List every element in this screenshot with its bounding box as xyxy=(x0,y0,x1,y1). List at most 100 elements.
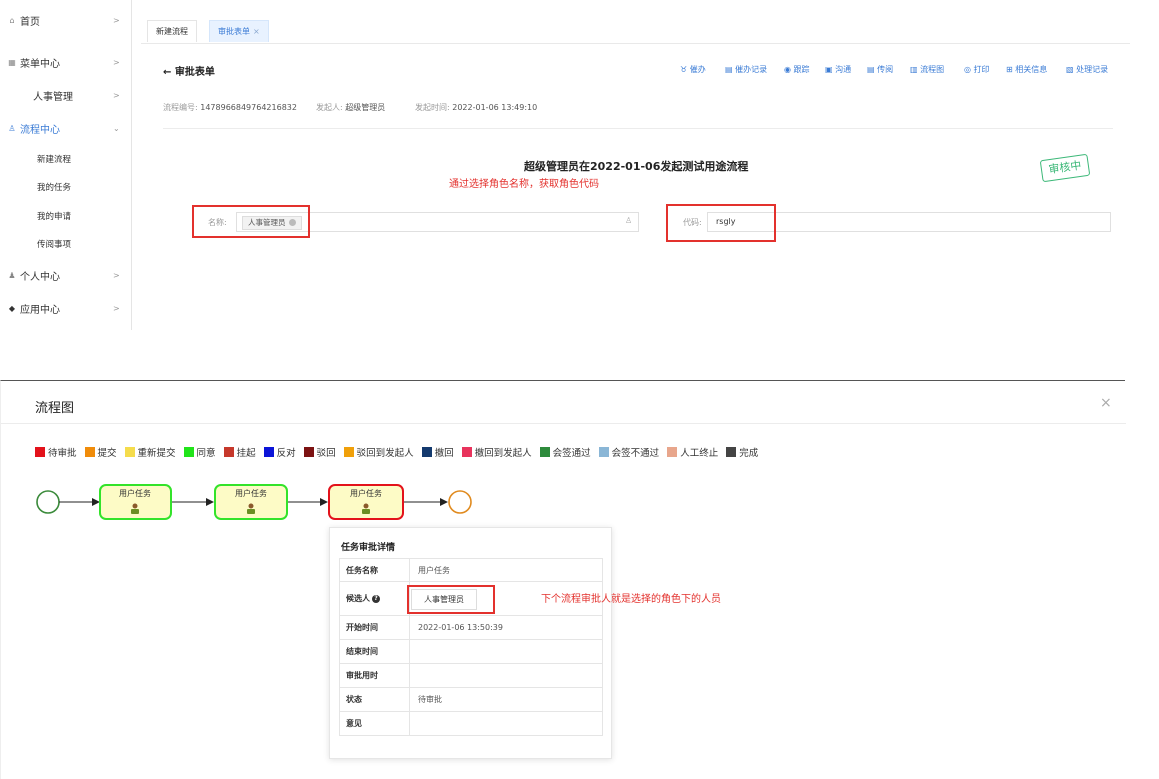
toolbar-label: 沟通 xyxy=(835,65,852,74)
sidebar-item-menu-center[interactable]: ▦ 菜单中心 > xyxy=(0,48,132,76)
flowchart-icon: ▥ xyxy=(910,65,918,74)
toolbar-label: 催办 xyxy=(689,65,706,74)
circulate-icon: ▤ xyxy=(867,65,875,74)
app-icon: ◆ xyxy=(8,303,16,313)
user-icon: ♟ xyxy=(8,270,16,280)
tab-label: 审批表单 xyxy=(218,27,250,36)
related-icon: ⊞ xyxy=(1006,65,1013,74)
toolbar-label: 催办记录 xyxy=(735,65,768,74)
sidebar-item-my-tasks[interactable]: 我的任务 xyxy=(0,173,132,201)
sidebar-item-label: 我的任务 xyxy=(37,183,72,193)
home-icon: ⌂ xyxy=(9,15,15,25)
toolbar-label: 打印 xyxy=(973,65,990,74)
sidebar-item-label: 我的申请 xyxy=(37,212,72,222)
circulate-button[interactable]: ▤ 传阅 xyxy=(867,64,893,75)
sidebar-item-new-process[interactable]: 新建流程 xyxy=(0,145,132,173)
chevron-right-icon: > xyxy=(113,15,120,25)
tab-new-process[interactable]: 新建流程 xyxy=(147,20,197,42)
highlight-box xyxy=(407,585,495,614)
sidebar-item-label: 首页 xyxy=(20,16,40,28)
detail-key: 审批用时 xyxy=(340,664,410,687)
detail-row-end-time: 结束时间 xyxy=(339,640,603,664)
urge-button[interactable]: ♉ 催办 xyxy=(680,64,706,75)
detail-value: 待审批 xyxy=(418,695,442,704)
meta-label: 流程编号: xyxy=(163,103,198,112)
chevron-down-icon: ⌄ xyxy=(113,123,120,133)
toolbar-label: 传阅 xyxy=(877,65,894,74)
divider xyxy=(163,128,1113,129)
user-task-2[interactable]: 用户任务 xyxy=(214,484,288,520)
page-title-text: 审批表单 xyxy=(174,67,215,78)
sidebar-item-my-requests[interactable]: 我的申请 xyxy=(0,202,132,230)
tab-bar: 新建流程 审批表单 × xyxy=(141,0,1130,44)
detail-value: 用户任务 xyxy=(418,565,450,575)
help-icon[interactable]: ? xyxy=(372,594,380,603)
track-button[interactable]: ◉ 跟踪 xyxy=(784,64,810,75)
sidebar-item-label: 人事管理 xyxy=(33,91,73,103)
toolbar-label: 相关信息 xyxy=(1015,65,1048,74)
detail-key-text: 候选人 xyxy=(346,594,370,603)
tab-label: 新建流程 xyxy=(156,27,188,36)
form-title: 超级管理员在2022-01-06发起测试用途流程 xyxy=(524,160,749,173)
sidebar-item-label: 流程中心 xyxy=(20,124,60,136)
toolbar-label: 流程图 xyxy=(920,65,945,74)
close-icon[interactable]: × xyxy=(253,27,260,36)
history-button[interactable]: ▧ 处理记录 xyxy=(1066,64,1108,75)
annotation-note: 通过选择角色名称，获取角色代码 xyxy=(449,179,599,190)
chevron-right-icon: > xyxy=(113,303,120,313)
annotation-note: 下个流程审批人就是选择的角色下的人员 xyxy=(541,594,721,605)
start-time: 发起时间: 2022-01-06 13:49:10 xyxy=(415,102,537,113)
detail-row-task-name: 任务名称 用户任务 xyxy=(339,558,603,582)
detail-title: 任务审批详情 xyxy=(341,543,396,553)
urge-record-icon: ▤ xyxy=(725,65,733,74)
user-task-3[interactable]: 用户任务 xyxy=(328,484,404,520)
detail-row-duration: 审批用时 xyxy=(339,664,603,688)
flowchart-button[interactable]: ▥ 流程图 xyxy=(910,64,944,75)
detail-key: 候选人? xyxy=(340,582,410,615)
sidebar-item-hr[interactable]: 人事管理 > xyxy=(0,81,132,109)
track-icon: ◉ xyxy=(784,65,791,74)
sidebar-item-label: 传阅事项 xyxy=(37,240,72,250)
flow-diagram: 用户任务 用户任务 用户任务 xyxy=(36,484,472,520)
print-icon: ◎ xyxy=(964,65,971,74)
detail-row-start-time: 开始时间 2022-01-06 13:50:39 xyxy=(339,616,603,640)
approval-form-screenshot: ⌂ 首页 > ▦ 菜单中心 > 人事管理 > ♙ 流程中心 ⌄ 新建流程 我的任… xyxy=(0,0,1130,330)
related-info-button[interactable]: ⊞ 相关信息 xyxy=(1006,64,1047,75)
task-label: 用户任务 xyxy=(350,488,382,498)
sidebar: ⌂ 首页 > ▦ 菜单中心 > 人事管理 > ♙ 流程中心 ⌄ 新建流程 我的任… xyxy=(0,0,132,330)
back-arrow-icon[interactable]: ← xyxy=(163,67,171,78)
chat-button[interactable]: ▣ 沟通 xyxy=(825,64,851,75)
highlight-box xyxy=(666,204,776,242)
detail-row-comment: 意见 xyxy=(339,712,603,736)
sidebar-item-process-center[interactable]: ♙ 流程中心 ⌄ xyxy=(0,114,132,142)
flow-icon: ♙ xyxy=(8,123,16,133)
print-button[interactable]: ◎ 打印 xyxy=(964,64,990,75)
page-title: ← 审批表单 xyxy=(163,63,215,78)
history-icon: ▧ xyxy=(1066,65,1074,74)
detail-key: 开始时间 xyxy=(340,616,410,639)
sidebar-item-app-center[interactable]: ◆ 应用中心 > xyxy=(0,294,132,322)
detail-key: 意见 xyxy=(340,712,410,735)
detail-key: 状态 xyxy=(340,688,410,711)
highlight-box xyxy=(192,205,310,238)
urge-record-button[interactable]: ▤ 催办记录 xyxy=(725,64,767,75)
meta-value: 2022-01-06 13:49:10 xyxy=(452,103,538,112)
start-event xyxy=(36,490,60,514)
urge-icon: ♉ xyxy=(680,65,688,74)
meta-value: 超级管理员 xyxy=(345,103,386,112)
toolbar-label: 处理记录 xyxy=(1076,65,1109,74)
sidebar-item-personal-center[interactable]: ♟ 个人中心 > xyxy=(0,261,132,289)
end-event xyxy=(448,490,472,514)
tab-approval-form[interactable]: 审批表单 × xyxy=(209,20,269,42)
sidebar-item-label: 个人中心 xyxy=(20,271,60,283)
sidebar-item-circulation[interactable]: 传阅事项 xyxy=(0,230,132,258)
sidebar-item-home[interactable]: ⌂ 首页 > xyxy=(0,6,132,34)
process-number: 流程编号: 1478966849764216832 xyxy=(163,102,297,113)
user-select-icon[interactable]: ♙ xyxy=(625,216,632,225)
sidebar-item-label: 菜单中心 xyxy=(20,58,60,70)
detail-key: 任务名称 xyxy=(340,559,410,581)
task-detail-popover: 任务审批详情 任务名称 用户任务 候选人? 开始时间 2022-01-06 13… xyxy=(329,527,612,759)
detail-value: 2022-01-06 13:50:39 xyxy=(418,623,503,632)
user-task-1[interactable]: 用户任务 xyxy=(99,484,172,520)
toolbar-label: 跟踪 xyxy=(793,65,810,74)
